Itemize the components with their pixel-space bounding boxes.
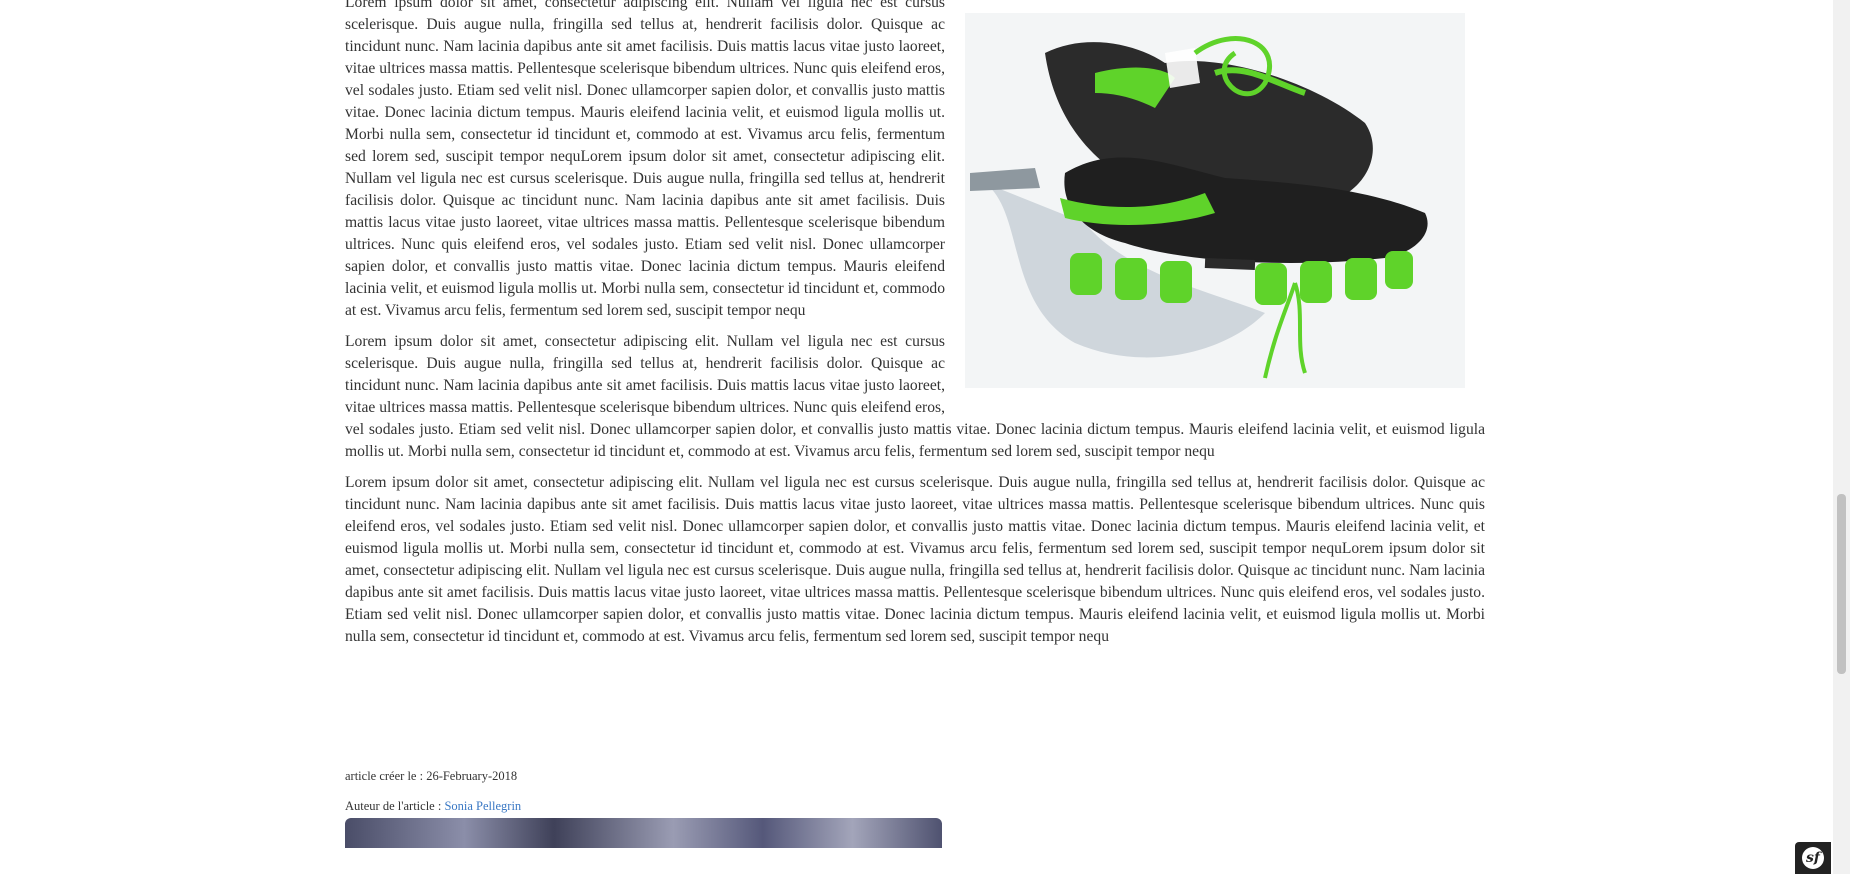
- article-content: Lorem ipsum dolor sit amet, consectetur …: [345, 0, 1485, 848]
- symfony-debug-toolbar[interactable]: sf: [1795, 842, 1831, 874]
- author-image: [345, 818, 942, 848]
- author-link[interactable]: Sonia Pellegrin: [444, 799, 521, 813]
- article-author: Auteur de l'article : Sonia Pellegrin: [345, 798, 1485, 814]
- symfony-logo-icon[interactable]: sf: [1802, 847, 1824, 869]
- page-scrollbar[interactable]: [1833, 0, 1850, 874]
- article-paragraph-3: Lorem ipsum dolor sit amet, consectetur …: [345, 474, 1485, 645]
- article-created-date: article créer le : 26-February-2018: [345, 769, 518, 783]
- scrollbar-thumb[interactable]: [1837, 494, 1846, 674]
- article-image-shoes: [965, 13, 1465, 388]
- shoes-photo-icon: [965, 13, 1465, 388]
- author-label: Auteur de l'article :: [345, 799, 445, 813]
